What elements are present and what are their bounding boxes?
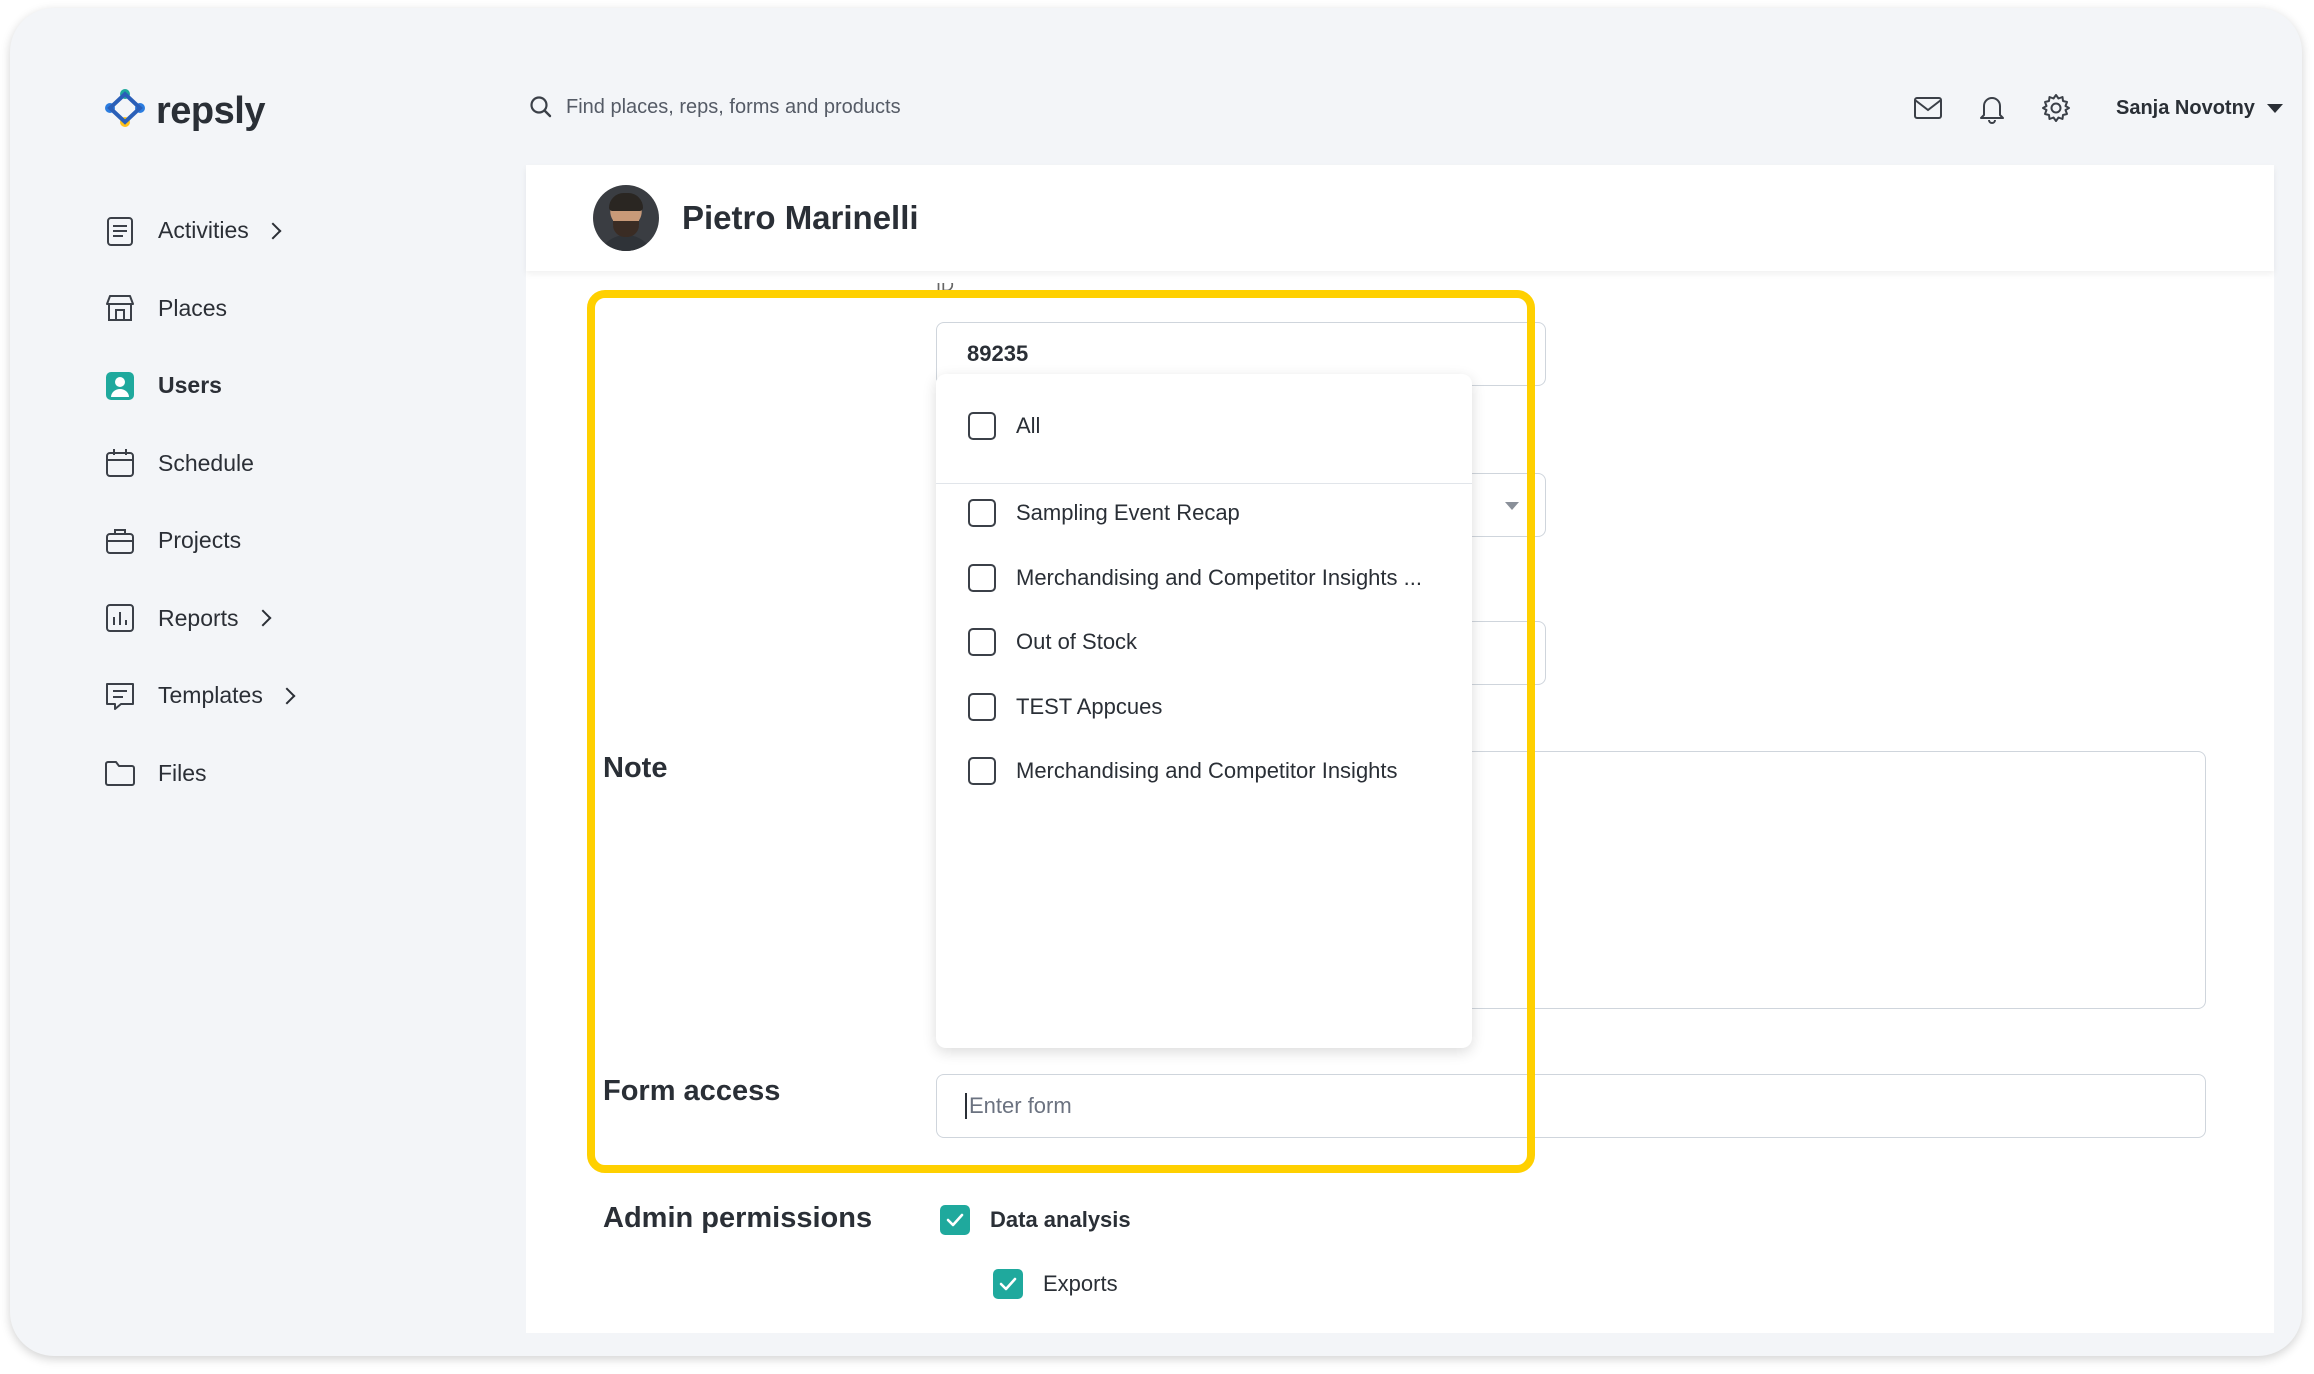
option-label: All [1016, 413, 1041, 438]
sidebar-item-projects[interactable]: Projects [100, 502, 400, 580]
dropdown-option[interactable]: TEST Appcues [968, 693, 1458, 721]
sidebar-item-label: Templates [158, 682, 263, 709]
template-icon [100, 676, 140, 716]
settings-button[interactable] [2038, 90, 2074, 126]
sidebar-nav: Activities Places Users Schedule Project… [100, 192, 400, 812]
sidebar-item-label: Files [158, 759, 207, 786]
exports-checkbox[interactable]: Exports [993, 1269, 1118, 1299]
check-icon [946, 1213, 964, 1227]
sidebar-item-label: Reports [158, 604, 239, 631]
sidebar-item-label: Projects [158, 527, 242, 554]
option-label: Out of Stock [1016, 629, 1138, 654]
bell-icon [1980, 97, 2004, 124]
user-name: Sanja Novotny [2116, 96, 2255, 119]
sidebar-item-label: Activities [158, 217, 249, 244]
exports-label: Exports [1043, 1271, 1118, 1296]
briefcase-icon [100, 521, 140, 561]
notifications-button[interactable] [1974, 90, 2010, 126]
option-label: Merchandising and Competitor Insights ..… [1016, 565, 1422, 590]
checkbox[interactable] [968, 412, 996, 440]
checkbox[interactable] [968, 693, 996, 721]
sidebar-item-places[interactable]: Places [100, 270, 400, 348]
checkbox-checked[interactable] [993, 1269, 1023, 1299]
sidebar-item-activities[interactable]: Activities [100, 192, 400, 270]
checkbox[interactable] [968, 499, 996, 527]
folder-icon [100, 753, 140, 793]
caret-down-icon [1505, 502, 1519, 510]
checkbox[interactable] [968, 757, 996, 785]
profile-name: Pietro Marinelli [682, 199, 919, 236]
sidebar-item-label: Places [158, 294, 228, 321]
chevron-right-icon [254, 609, 272, 627]
sidebar-item-label: Users [158, 372, 222, 399]
sidebar-item-files[interactable]: Files [100, 735, 400, 813]
repsly-logo-icon [105, 89, 145, 127]
mail-button[interactable] [1910, 90, 1946, 126]
gear-icon [2042, 94, 2070, 122]
top-actions: Sanja Novotny [1910, 90, 2283, 126]
dropdown-option[interactable]: Out of Stock [968, 628, 1458, 656]
form-access-dropdown: All Sampling Event Recap Merchandising a… [936, 374, 1472, 1048]
dropdown-option[interactable]: Sampling Event Recap [968, 499, 1458, 527]
option-label: Sampling Event Recap [1016, 500, 1240, 525]
option-label: TEST Appcues [1016, 694, 1163, 719]
brand-name: repsly [156, 89, 265, 132]
caret-down-icon [2266, 103, 2283, 113]
id-label: ID [936, 283, 954, 295]
dropdown-option[interactable]: Merchandising and Competitor Insights ..… [968, 564, 1458, 592]
store-icon [100, 288, 140, 328]
sidebar-item-schedule[interactable]: Schedule [100, 425, 400, 503]
sidebar-item-reports[interactable]: Reports [100, 580, 400, 658]
app-window: repsly Sanja N [10, 8, 2302, 1356]
admin-permissions-label: Admin permissions [603, 1202, 873, 1234]
profile-header: Pietro Marinelli [526, 165, 2274, 271]
user-icon [100, 366, 140, 406]
user-detail-panel: Pietro Marinelli ID 89235 Note Form acce… [526, 165, 2274, 1333]
chevron-right-icon [264, 222, 282, 240]
data-analysis-checkbox[interactable]: Data analysis [940, 1205, 1131, 1235]
search-input[interactable] [566, 95, 1206, 119]
user-menu[interactable]: Sanja Novotny [2116, 97, 2283, 120]
note-label: Note [603, 752, 668, 784]
calendar-icon [100, 443, 140, 483]
checkbox[interactable] [968, 628, 996, 656]
activities-icon [100, 211, 140, 251]
chart-icon [100, 598, 140, 638]
checkbox-checked[interactable] [940, 1205, 970, 1235]
sidebar-item-label: Schedule [158, 449, 254, 476]
sidebar-item-users[interactable]: Users [100, 347, 400, 425]
global-search[interactable] [528, 94, 1228, 120]
dropdown-all-section: All [936, 374, 1472, 484]
option-label: Merchandising and Competitor Insights [1016, 758, 1398, 783]
data-analysis-label: Data analysis [990, 1207, 1131, 1232]
enter-form-input[interactable] [965, 1093, 2165, 1119]
option-all[interactable]: All [968, 412, 1458, 440]
id-value: 89235 [967, 341, 1029, 366]
form-access-input[interactable] [936, 1074, 2206, 1138]
checkbox[interactable] [968, 564, 996, 592]
search-icon [530, 96, 552, 118]
dropdown-option[interactable]: Merchandising and Competitor Insights [968, 757, 1458, 785]
mail-icon [1914, 97, 1942, 119]
avatar [593, 185, 659, 251]
check-icon [999, 1277, 1017, 1291]
sidebar-item-templates[interactable]: Templates [100, 657, 400, 735]
chevron-right-icon [278, 687, 296, 705]
form-access-label: Form access [603, 1075, 781, 1107]
repsly-logo[interactable]: repsly [100, 86, 265, 136]
